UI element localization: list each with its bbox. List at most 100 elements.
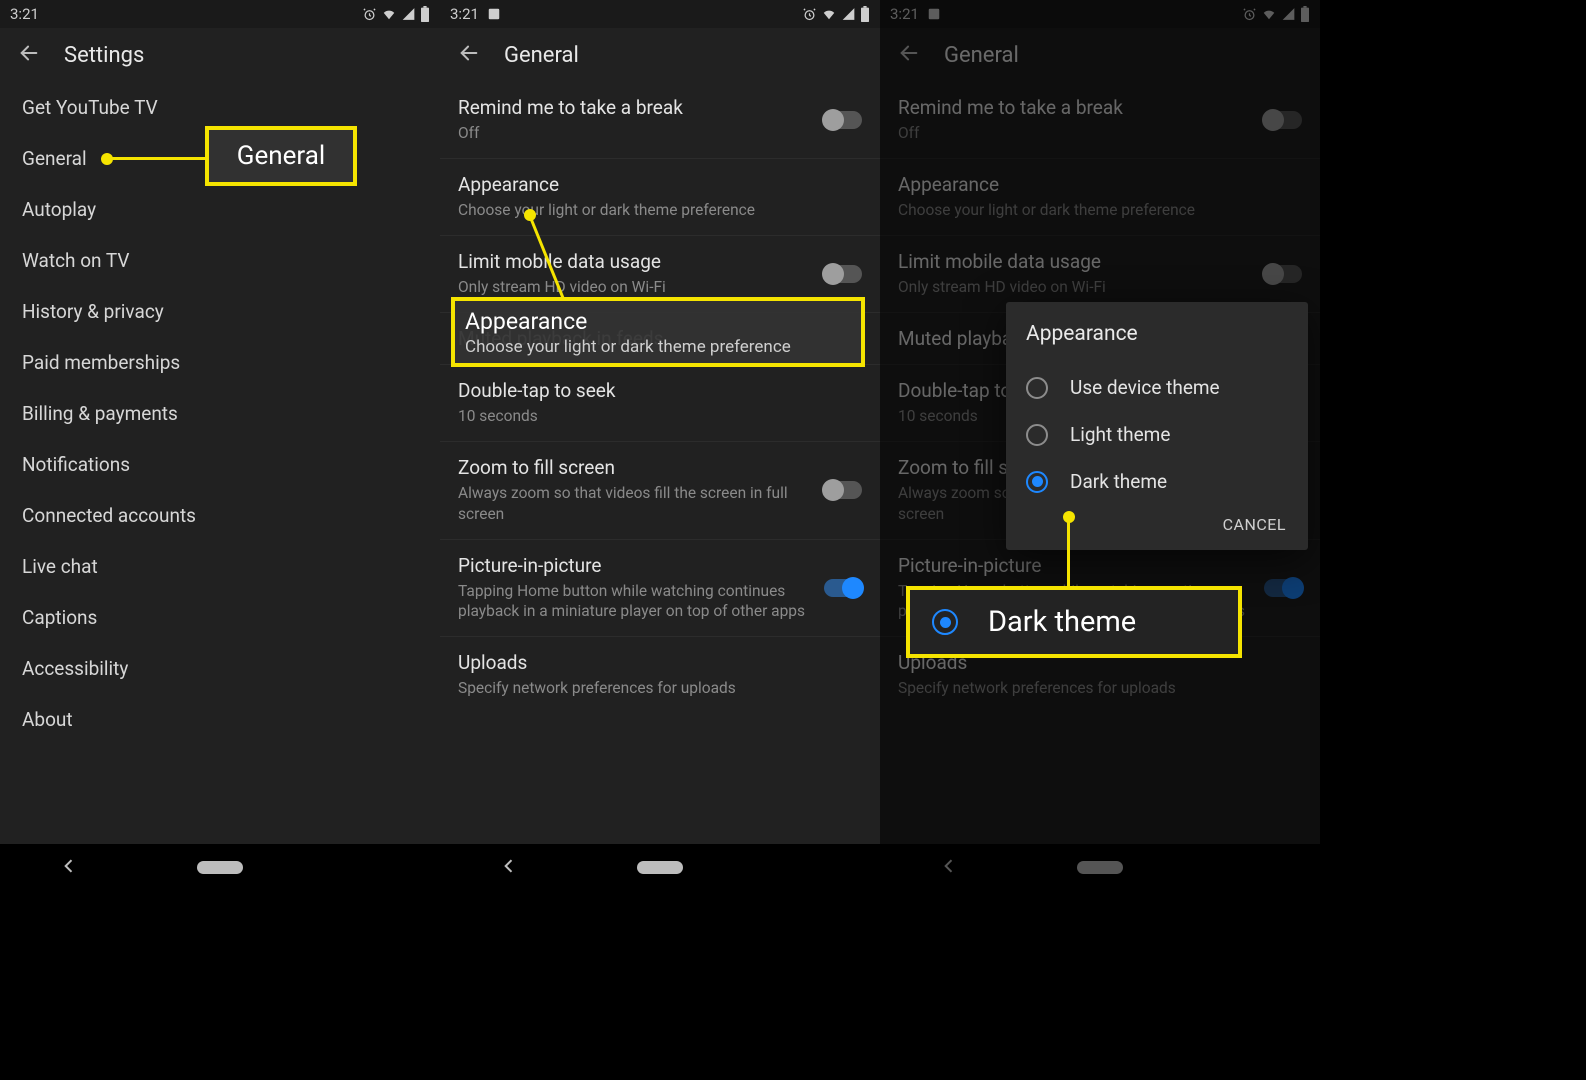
row-title: Appearance [898, 173, 1302, 196]
row-remind-break: Remind me to take a breakOff [880, 82, 1320, 158]
nav-back-icon[interactable] [59, 856, 79, 880]
signal-icon [1281, 7, 1296, 21]
toggle-switch [1264, 579, 1302, 597]
alarm-icon [802, 7, 817, 22]
list-item[interactable]: Watch on TV [0, 235, 440, 286]
row-limit-data[interactable]: Limit mobile data usageOnly stream HD vi… [440, 235, 880, 312]
status-icons [362, 6, 430, 22]
row-sub: Tapping Home button while watching conti… [458, 581, 812, 623]
status-icons [1242, 6, 1310, 22]
row-title: Remind me to take a break [458, 96, 812, 119]
row-title: Uploads [898, 651, 1302, 674]
option-label: Dark theme [1070, 470, 1167, 493]
list-item[interactable]: Notifications [0, 439, 440, 490]
option-dark-theme[interactable]: Dark theme [1026, 458, 1300, 505]
app-bar: General [880, 28, 1320, 82]
option-label: Use device theme [1070, 376, 1220, 399]
app-bar: General [440, 28, 880, 82]
list-item[interactable]: Paid memberships [0, 337, 440, 388]
page-title: Settings [64, 43, 144, 68]
image-icon [487, 7, 501, 21]
toggle-switch[interactable] [824, 111, 862, 129]
row-pip[interactable]: Picture-in-pictureTapping Home button wh… [440, 539, 880, 637]
cancel-button[interactable]: CANCEL [1223, 515, 1286, 534]
wifi-icon [821, 7, 837, 21]
android-nav-bar [0, 844, 440, 891]
dialog-title: Appearance [1026, 322, 1300, 346]
nav-back-icon[interactable] [499, 856, 519, 880]
nav-home-pill[interactable] [1077, 861, 1123, 874]
alarm-icon [362, 7, 377, 22]
row-sub: Off [458, 123, 812, 144]
wifi-icon [381, 7, 397, 21]
status-time: 3:21 [890, 5, 919, 23]
row-zoom-fill[interactable]: Zoom to fill screenAlways zoom so that v… [440, 441, 880, 539]
appearance-dialog: Appearance Use device theme Light theme … [1006, 302, 1308, 550]
list-item[interactable]: Autoplay [0, 184, 440, 235]
battery-icon [420, 6, 430, 22]
toggle-switch[interactable] [824, 265, 862, 283]
row-sub: Specify network preferences for uploads [458, 678, 862, 699]
back-arrow-icon[interactable] [898, 42, 920, 68]
row-sub: 10 seconds [458, 406, 862, 427]
general-list: Remind me to take a break Off Appearance … [440, 82, 880, 713]
row-title: Uploads [458, 651, 862, 674]
row-title: Limit mobile data usage [898, 250, 1252, 273]
row-appearance[interactable]: Appearance Choose your light or dark the… [440, 158, 880, 235]
option-light-theme[interactable]: Light theme [1026, 411, 1300, 458]
row-sub: Always zoom so that videos fill the scre… [458, 483, 812, 525]
list-item[interactable]: Get YouTube TV [0, 82, 440, 133]
status-time: 3:21 [450, 5, 479, 23]
list-item[interactable]: Billing & payments [0, 388, 440, 439]
toggle-switch[interactable] [824, 481, 862, 499]
list-item[interactable]: Connected accounts [0, 490, 440, 541]
nav-home-pill[interactable] [637, 861, 683, 874]
row-title: Picture-in-picture [898, 554, 1252, 577]
back-arrow-icon[interactable] [18, 42, 40, 68]
row-sub: Tapping Home button while watching conti… [898, 581, 1252, 623]
radio-icon [1026, 377, 1048, 399]
radio-icon [1026, 424, 1048, 446]
row-title: Appearance [458, 173, 862, 196]
list-item[interactable]: Accessibility [0, 643, 440, 694]
app-bar: Settings [0, 28, 440, 82]
dialog-actions: CANCEL [1026, 505, 1300, 540]
row-muted-playback[interactable]: Muted playback in feeds [440, 312, 880, 364]
status-icons [802, 6, 870, 22]
row-sub: Specify network preferences for uploads [898, 678, 1302, 699]
phone-appearance-dialog: 3:21 General Remind me to take a breakOf… [880, 0, 1320, 891]
row-sub: Choose your light or dark theme preferen… [898, 200, 1302, 221]
status-bar: 3:21 [440, 0, 880, 28]
nav-home-pill[interactable] [197, 861, 243, 874]
toggle-switch [1264, 265, 1302, 283]
back-arrow-icon[interactable] [458, 42, 480, 68]
image-icon [927, 7, 941, 21]
row-remind-break[interactable]: Remind me to take a break Off [440, 82, 880, 158]
page-title: General [944, 43, 1019, 68]
toggle-switch [1264, 111, 1302, 129]
status-left: 3:21 [890, 5, 941, 23]
signal-icon [401, 7, 416, 21]
list-item[interactable]: Live chat [0, 541, 440, 592]
row-sub: Choose your light or dark theme preferen… [458, 200, 862, 221]
status-time: 3:21 [10, 5, 39, 23]
settings-list: Get YouTube TV General Autoplay Watch on… [0, 82, 440, 745]
row-sub: Only stream HD video on Wi-Fi [458, 277, 812, 298]
row-appearance: Appearance Choose your light or dark the… [880, 158, 1320, 235]
list-item[interactable]: About [0, 694, 440, 745]
option-device-theme[interactable]: Use device theme [1026, 364, 1300, 411]
toggle-switch[interactable] [824, 579, 862, 597]
wifi-icon [1261, 7, 1277, 21]
phones-row: 3:21 Settings Get YouTube TV General Aut… [0, 0, 1320, 891]
row-title: Muted playback in feeds [458, 327, 862, 350]
list-item[interactable]: History & privacy [0, 286, 440, 337]
row-uploads[interactable]: Uploads Specify network preferences for … [440, 636, 880, 713]
list-item-general[interactable]: General [0, 133, 440, 184]
battery-icon [860, 6, 870, 22]
list-item[interactable]: Captions [0, 592, 440, 643]
row-sub: Only stream HD video on Wi-Fi [898, 277, 1252, 298]
row-double-tap[interactable]: Double-tap to seek 10 seconds [440, 364, 880, 441]
nav-back-icon[interactable] [939, 856, 959, 880]
status-bar: 3:21 [0, 0, 440, 28]
row-sub: Off [898, 123, 1252, 144]
